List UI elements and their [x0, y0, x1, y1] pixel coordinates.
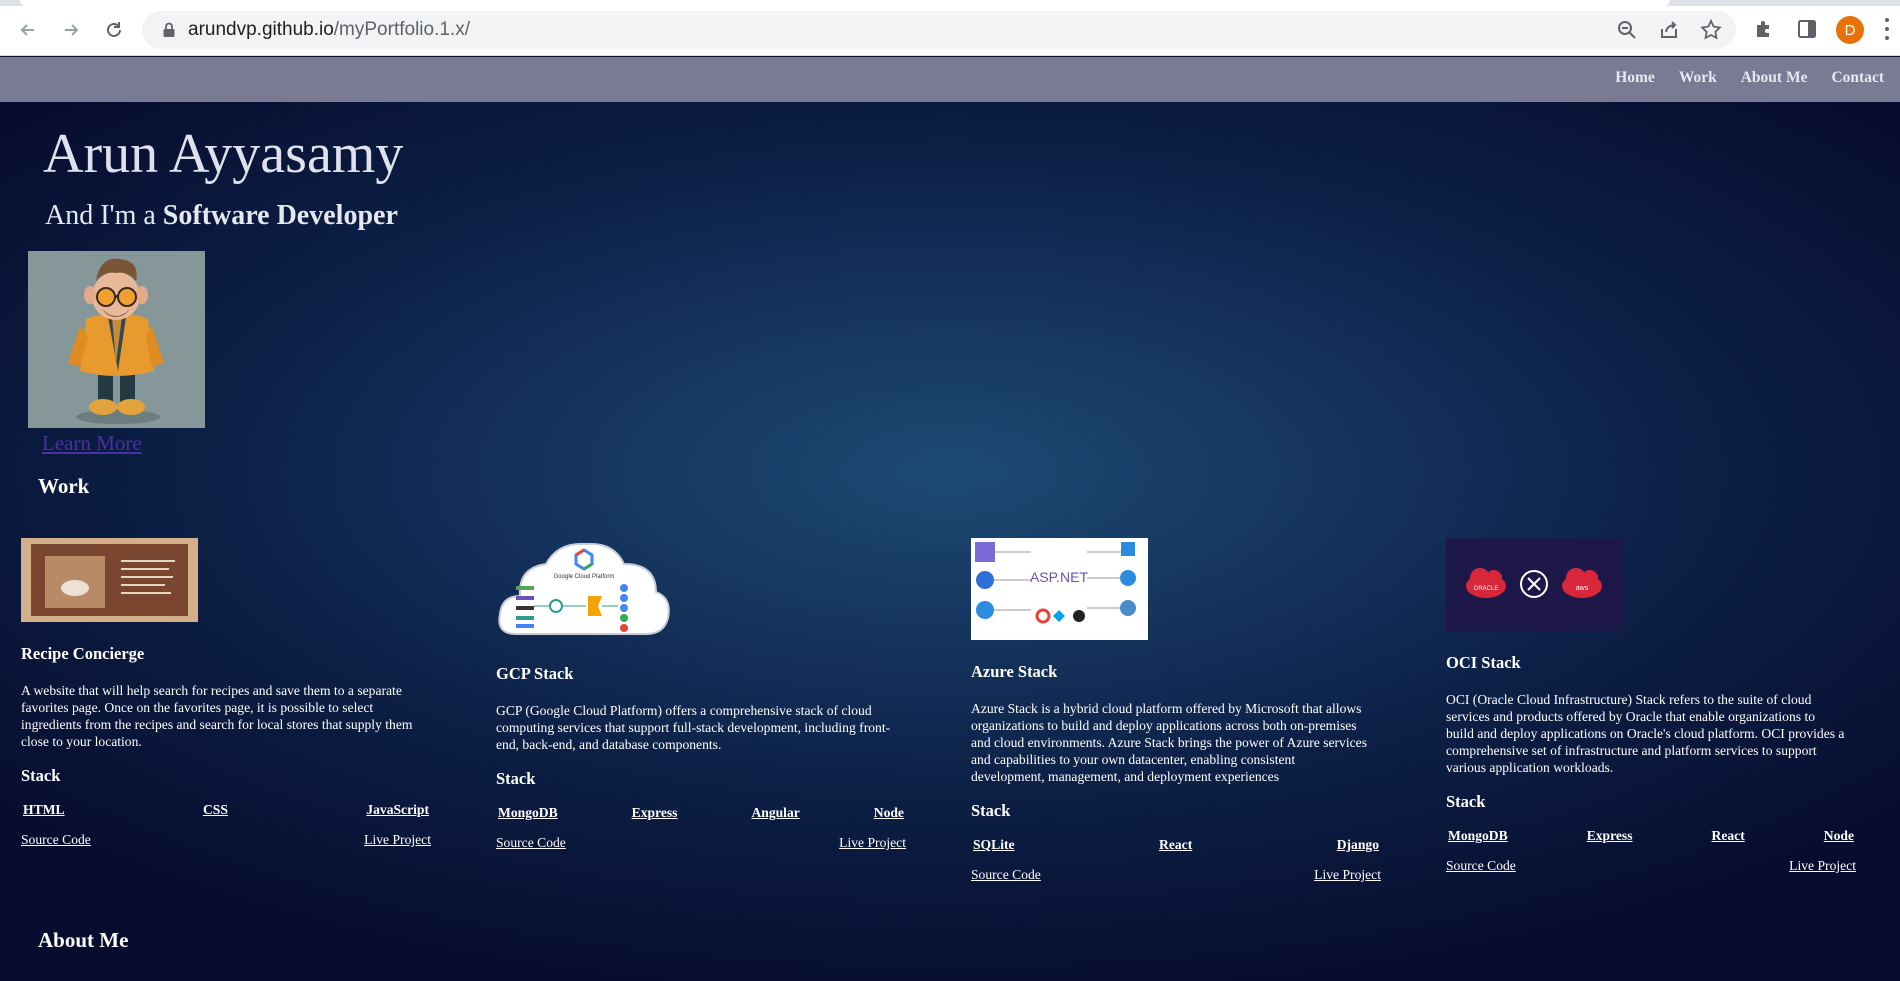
about-section-title: About Me	[38, 928, 129, 952]
project-description: OCI (Oracle Cloud Infrastructure) Stack …	[1446, 692, 1845, 775]
back-arrow-icon	[20, 24, 34, 36]
source-code-link[interactable]: Source Code	[496, 835, 566, 851]
source-code-link[interactable]: Source Code	[1446, 858, 1516, 874]
page-content: Arun Ayyasamy And I'm a Software Develop…	[0, 102, 1900, 981]
stack-item-javascript[interactable]: JavaScript	[366, 802, 429, 818]
aws-label: aws	[1576, 585, 1589, 592]
project-links: Source Code Live Project	[21, 832, 431, 848]
project-card-azure: ASP.NET Azure Stack Azure Stack is a hyb…	[971, 538, 1381, 883]
nav-home-link[interactable]: Home	[1615, 69, 1655, 87]
profile-avatar-image	[28, 251, 205, 428]
live-project-link[interactable]: Live Project	[364, 832, 431, 848]
live-project-link[interactable]: Live Project	[1314, 867, 1381, 883]
site-navbar: Home Work About Me Contact	[0, 57, 1900, 102]
url-text[interactable]: arundvp.github.io/myPortfolio.1.x/	[188, 19, 470, 41]
stack-list: MongoDB Express React Node	[1446, 828, 1856, 844]
source-code-link[interactable]: Source Code	[21, 832, 91, 848]
project-links: Source Code Live Project	[1446, 858, 1856, 874]
tagline-role: Software Developer	[162, 200, 398, 231]
stack-item-node[interactable]: Node	[874, 805, 904, 821]
project-links: Source Code Live Project	[971, 867, 1381, 883]
reload-icon	[107, 22, 121, 37]
address-bar[interactable]: arundvp.github.io/myPortfolio.1.x/	[142, 11, 1736, 49]
stack-item-angular[interactable]: Angular	[751, 805, 799, 821]
project-card-oci: ORACLE aws OCI Stack OCI (Oracle Cloud I…	[1446, 538, 1856, 874]
stack-item-sqlite[interactable]: SQLite	[973, 837, 1015, 853]
oracle-label: ORACLE	[1474, 586, 1499, 592]
gcp-image-label: Google Cloud Platform	[554, 574, 615, 580]
stack-item-mongodb[interactable]: MongoDB	[1448, 828, 1508, 844]
cartoon-character-illustration	[28, 251, 205, 428]
nav-about-link[interactable]: About Me	[1741, 69, 1808, 87]
stack-item-react[interactable]: React	[1712, 828, 1745, 844]
stack-item-node[interactable]: Node	[1824, 828, 1854, 844]
nav-links: Home Work About Me Contact	[1591, 69, 1884, 87]
azure-stack-image: ASP.NET	[971, 538, 1148, 640]
stack-list: SQLite React Django	[971, 837, 1381, 853]
stack-item-express[interactable]: Express	[1587, 828, 1633, 844]
stack-heading: Stack	[21, 766, 61, 785]
project-links: Source Code Live Project	[496, 835, 906, 851]
project-description: GCP (Google Cloud Platform) offers a com…	[496, 703, 891, 752]
nav-contact-link[interactable]: Contact	[1831, 69, 1884, 87]
project-card-gcp: Google Cloud Platform GCP Stack GCP (Goo…	[496, 538, 906, 851]
stack-item-mongodb[interactable]: MongoDB	[498, 805, 558, 821]
share-icon[interactable]	[1658, 19, 1680, 41]
stack-heading: Stack	[971, 801, 1011, 820]
source-code-link[interactable]: Source Code	[971, 867, 1041, 883]
zoom-icon[interactable]	[1616, 19, 1638, 41]
url-domain: arundvp.github.io	[188, 19, 334, 40]
stack-list: MongoDB Express Angular Node	[496, 805, 906, 821]
project-title: OCI Stack	[1446, 653, 1521, 672]
stack-item-css[interactable]: CSS	[203, 802, 228, 818]
stack-heading: Stack	[1446, 792, 1486, 811]
stack-item-django[interactable]: Django	[1337, 837, 1379, 853]
side-panel-icon[interactable]	[1796, 18, 1818, 40]
gcp-stack-image: Google Cloud Platform	[496, 538, 671, 642]
browser-menu-icon[interactable]	[1884, 18, 1890, 40]
stack-list: HTML CSS JavaScript	[21, 802, 431, 818]
recipe-project-screenshot	[21, 538, 198, 622]
forward-arrow-icon	[65, 24, 79, 36]
project-card-recipe: Recipe Concierge A website that will hel…	[21, 538, 431, 848]
lock-icon[interactable]	[160, 21, 178, 39]
reload-button[interactable]	[98, 14, 130, 46]
project-title: Recipe Concierge	[21, 644, 145, 663]
nav-work-link[interactable]: Work	[1679, 69, 1717, 87]
learn-more-link[interactable]: Learn More	[42, 431, 142, 456]
extensions-puzzle-icon[interactable]	[1753, 18, 1775, 40]
tab-strip	[0, 0, 1900, 6]
back-button[interactable]	[12, 14, 44, 46]
oci-stack-image: ORACLE aws	[1446, 538, 1623, 631]
tagline-prefix: And I'm a	[45, 200, 163, 231]
live-project-link[interactable]: Live Project	[839, 835, 906, 851]
project-description: Azure Stack is a hybrid cloud platform o…	[971, 701, 1367, 784]
work-section-title: Work	[38, 474, 90, 498]
profile-avatar[interactable]: D	[1836, 16, 1864, 44]
browser-toolbar: arundvp.github.io/myPortfolio.1.x/ D	[0, 0, 1900, 56]
bookmark-star-icon[interactable]	[1700, 19, 1722, 41]
hero-tagline: And I'm a Software Developer	[45, 200, 398, 232]
stack-item-react[interactable]: React	[1159, 837, 1192, 853]
project-title: GCP Stack	[496, 664, 574, 683]
stack-item-express[interactable]: Express	[632, 805, 678, 821]
aspnet-label: ASP.NET	[1030, 569, 1089, 585]
project-title: Azure Stack	[971, 662, 1058, 681]
active-tab[interactable]	[20, 0, 1670, 6]
forward-button[interactable]	[55, 14, 87, 46]
url-path: /myPortfolio.1.x/	[333, 19, 470, 40]
hero-name: Arun Ayyasamy	[43, 123, 404, 185]
live-project-link[interactable]: Live Project	[1789, 858, 1856, 874]
stack-item-html[interactable]: HTML	[23, 802, 65, 818]
project-description: A website that will help search for reci…	[21, 683, 413, 749]
stack-heading: Stack	[496, 769, 536, 788]
